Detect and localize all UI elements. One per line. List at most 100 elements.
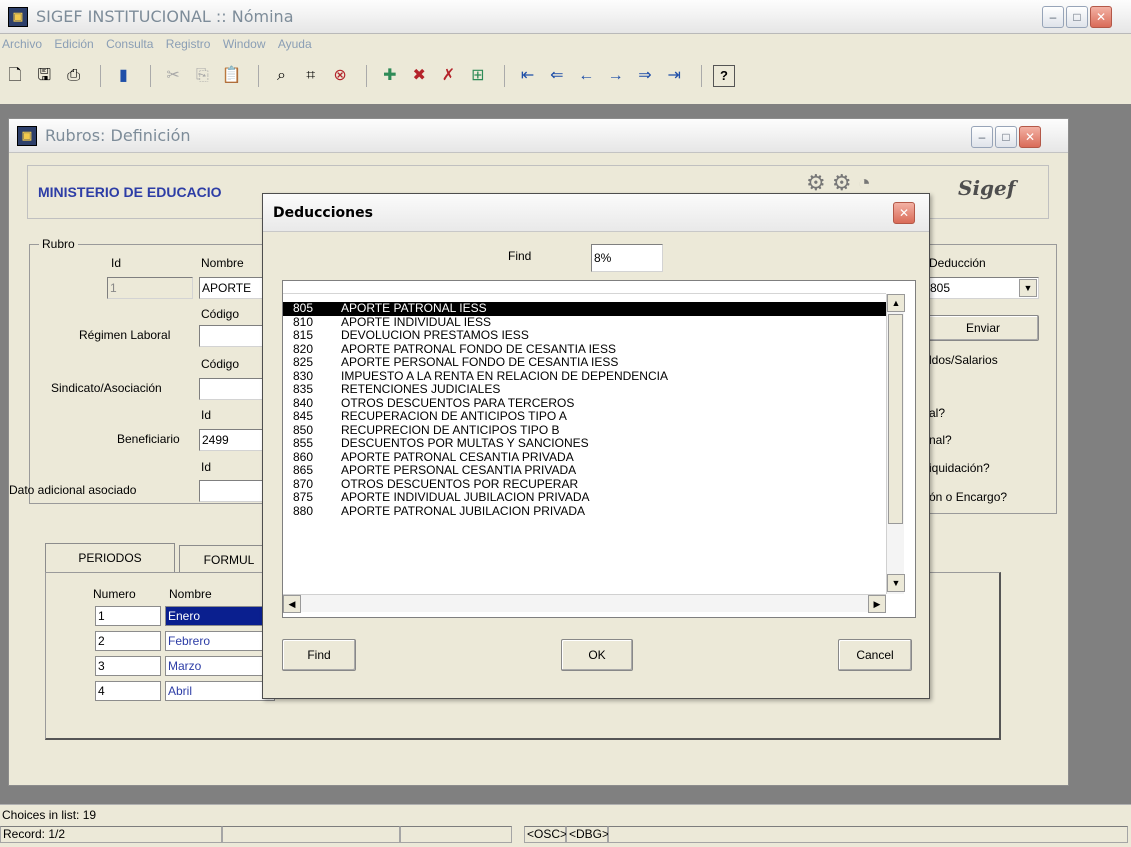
cancel-button[interactable]: Cancel: [838, 639, 912, 671]
delete-record-icon[interactable]: ✖: [408, 65, 430, 87]
help-icon[interactable]: ?: [712, 65, 735, 87]
menu-consulta[interactable]: Consulta: [106, 37, 153, 51]
menu-archivo[interactable]: Archivo: [2, 37, 42, 51]
choices-count: Choices in list: 19: [2, 808, 97, 822]
period-name[interactable]: Abril: [165, 681, 275, 701]
minimize-button[interactable]: –: [1042, 6, 1064, 28]
nombre-label: Nombre: [201, 256, 244, 270]
enviar-button[interactable]: Enviar: [927, 315, 1039, 341]
list-item[interactable]: 860 APORTE PATRONAL CESANTIA PRIVADA: [283, 450, 886, 465]
question-label-1: al?: [929, 406, 946, 420]
child-maximize-button[interactable]: □: [995, 126, 1017, 148]
menu-registro[interactable]: Registro: [166, 37, 211, 51]
list-item[interactable]: 870 OTROS DESCUENTOS POR RECUPERAR: [283, 477, 886, 492]
dialog-close-button[interactable]: ✕: [893, 202, 915, 224]
period-name[interactable]: Marzo: [165, 656, 275, 676]
list-header: [283, 281, 886, 294]
duplicate-record-icon[interactable]: ⊞: [467, 65, 489, 87]
list-item[interactable]: 835 RETENCIONES JUDICIALES: [283, 383, 886, 397]
osc-indicator: <OSC>: [524, 826, 567, 843]
list-body: 805 APORTE PATRONAL IESS 810 APORTE INDIVI…: [283, 294, 886, 594]
id-label-3: Id: [201, 460, 212, 474]
period-number[interactable]: 3: [95, 656, 161, 676]
close-button[interactable]: ✕: [1090, 6, 1112, 28]
dialog-title: Deducciones: [273, 205, 373, 221]
scroll-up-icon[interactable]: ▲: [887, 294, 905, 312]
last-record-icon[interactable]: ⇥: [663, 65, 685, 87]
ok-button[interactable]: OK: [561, 639, 633, 671]
period-name[interactable]: Enero: [165, 606, 275, 626]
clear-record-icon[interactable]: ✗: [438, 65, 460, 87]
list-vertical-scrollbar[interactable]: ▲ ▼: [886, 294, 905, 594]
next-record-icon[interactable]: →: [605, 65, 627, 87]
period-number[interactable]: 4: [95, 681, 161, 701]
scroll-left-icon[interactable]: ◀: [283, 595, 301, 613]
save-icon[interactable]: 🖫: [33, 65, 55, 87]
list-item[interactable]: 845 RECUPERACION DE ANTICIPOS TIPO A: [283, 410, 886, 424]
toolbar-separator: [100, 65, 102, 87]
insert-record-icon[interactable]: ✚: [379, 65, 401, 87]
deducciones-dialog: Deducciones ✕ Find 8% 805 APORTE PATRONAL…: [262, 193, 930, 699]
rubro-group-label: Rubro: [39, 237, 78, 251]
maximize-button[interactable]: □: [1066, 6, 1088, 28]
nombre-period-label: Nombre: [169, 587, 212, 601]
next-block-icon[interactable]: ⇒: [634, 65, 656, 87]
sigef-logo: Sigef: [958, 176, 1016, 200]
list-item[interactable]: 825 APORTE PERSONAL FONDO DE CESANTIA IES…: [283, 356, 886, 370]
list-item[interactable]: 855 DESCUENTOS POR MULTAS Y SANCIONES: [283, 437, 886, 451]
list-item[interactable]: 880 APORTE PATRONAL JUBILACION PRIVADA: [283, 504, 886, 519]
list-item[interactable]: 830 IMPUESTO A LA RENTA EN RELACION DE DE…: [283, 369, 886, 384]
window-title: SIGEF INSTITUCIONAL :: Nómina: [36, 7, 294, 26]
find-label: Find: [508, 249, 532, 263]
copy-icon[interactable]: ⎘: [191, 65, 213, 87]
child-app-icon: ▣: [17, 126, 37, 146]
print-icon[interactable]: ⎙: [63, 65, 85, 87]
scroll-thumb[interactable]: [888, 314, 903, 524]
menu-edicion[interactable]: Edición: [54, 37, 93, 51]
regimen-laboral-label: Régimen Laboral: [79, 328, 171, 342]
list-item[interactable]: 875 APORTE INDIVIDUAL JUBILACION PRIVADA: [283, 491, 886, 505]
period-name[interactable]: Febrero: [165, 631, 275, 651]
new-document-icon[interactable]: 🗋: [4, 65, 26, 87]
list-horizontal-scrollbar[interactable]: ◀ ▶: [283, 594, 886, 613]
previous-record-icon[interactable]: ←: [575, 65, 597, 87]
exit-door-icon[interactable]: ▮: [112, 65, 134, 87]
tab-periodos[interactable]: PERIODOS: [45, 543, 175, 573]
menu-window[interactable]: Window: [223, 37, 266, 51]
list-item[interactable]: 820 APORTE PATRONAL FONDO DE CESANTIA IES…: [283, 342, 886, 357]
find-input[interactable]: 8%: [591, 244, 663, 272]
beneficiario-label: Beneficiario: [117, 432, 180, 446]
list-item[interactable]: 810 APORTE INDIVIDUAL IESS: [283, 315, 886, 330]
list-item[interactable]: 840 OTROS DESCUENTOS PARA TERCEROS: [283, 396, 886, 411]
menu-ayuda[interactable]: Ayuda: [278, 37, 312, 51]
app-icon: ▣: [8, 7, 28, 27]
deducciones-list[interactable]: 805 APORTE PATRONAL IESS 810 APORTE INDIVI…: [282, 280, 916, 618]
previous-block-icon[interactable]: ⇐: [546, 65, 568, 87]
ministry-name: MINISTERIO DE EDUCACIO: [38, 184, 222, 200]
codigo-label-2: Código: [201, 357, 240, 371]
period-number[interactable]: 2: [95, 631, 161, 651]
period-number[interactable]: 1: [95, 606, 161, 626]
child-close-button[interactable]: ✕: [1019, 126, 1041, 148]
list-item[interactable]: 850 RECUPRECION DE ANTICIPOS TIPO B: [283, 423, 886, 438]
list-item[interactable]: 815 DEVOLUCION PRESTAMOS IESS: [283, 329, 886, 343]
id-field[interactable]: 1: [107, 277, 193, 299]
toolbar-separator: [504, 65, 506, 87]
cut-icon[interactable]: ✂: [162, 65, 184, 87]
scroll-down-icon[interactable]: ▼: [887, 574, 905, 592]
first-record-icon[interactable]: ⇤: [517, 65, 539, 87]
query-icon[interactable]: ⌕: [270, 65, 292, 87]
scroll-right-icon[interactable]: ▶: [868, 595, 886, 613]
paste-icon[interactable]: 📋: [221, 65, 243, 87]
list-item[interactable]: 805 APORTE PATRONAL IESS: [283, 302, 886, 316]
menu-bar: Archivo Edición Consulta Registro Window…: [0, 34, 1131, 56]
execute-query-icon[interactable]: ⌗: [300, 65, 322, 87]
find-button[interactable]: Find: [282, 639, 356, 671]
child-minimize-button[interactable]: –: [971, 126, 993, 148]
deduccion-dropdown-icon[interactable]: ▼: [1019, 279, 1037, 297]
numero-label: Numero: [93, 587, 136, 601]
status-cell-empty: [608, 826, 1128, 843]
toolbar-separator: [258, 65, 260, 87]
cancel-query-icon[interactable]: ⊗: [329, 65, 351, 87]
list-item[interactable]: 865 APORTE PERSONAL CESANTIA PRIVADA: [283, 464, 886, 478]
